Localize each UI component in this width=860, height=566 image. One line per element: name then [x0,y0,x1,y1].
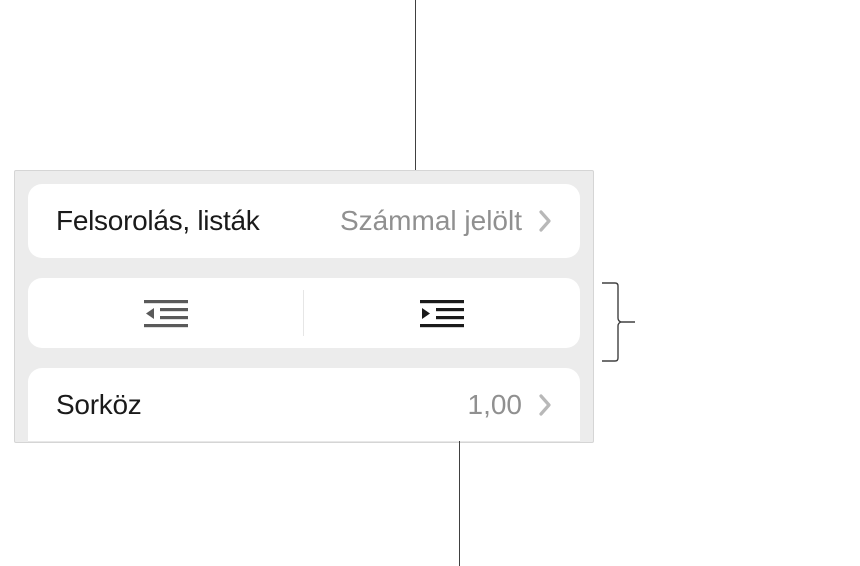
bullets-lists-label: Felsorolás, listák [56,205,259,237]
indent-controls [28,278,580,348]
line-spacing-row[interactable]: Sorköz 1,00 [28,368,580,442]
indent-icon [420,298,464,328]
indent-button[interactable] [304,278,580,348]
bullets-lists-row[interactable]: Felsorolás, listák Számmal jelölt [28,184,580,258]
outdent-icon [144,298,188,328]
chevron-right-icon [538,393,552,417]
format-panel: Felsorolás, listák Számmal jelölt [14,170,594,443]
line-spacing-label: Sorköz [56,389,141,421]
chevron-right-icon [538,209,552,233]
line-spacing-value-wrap: 1,00 [468,389,553,421]
bullets-lists-value: Számmal jelölt [340,205,522,237]
outdent-button[interactable] [28,278,304,348]
callout-bracket-right [602,282,638,362]
line-spacing-value: 1,00 [468,389,523,421]
callout-line-bottom [459,441,460,566]
bullets-lists-value-wrap: Számmal jelölt [340,205,552,237]
